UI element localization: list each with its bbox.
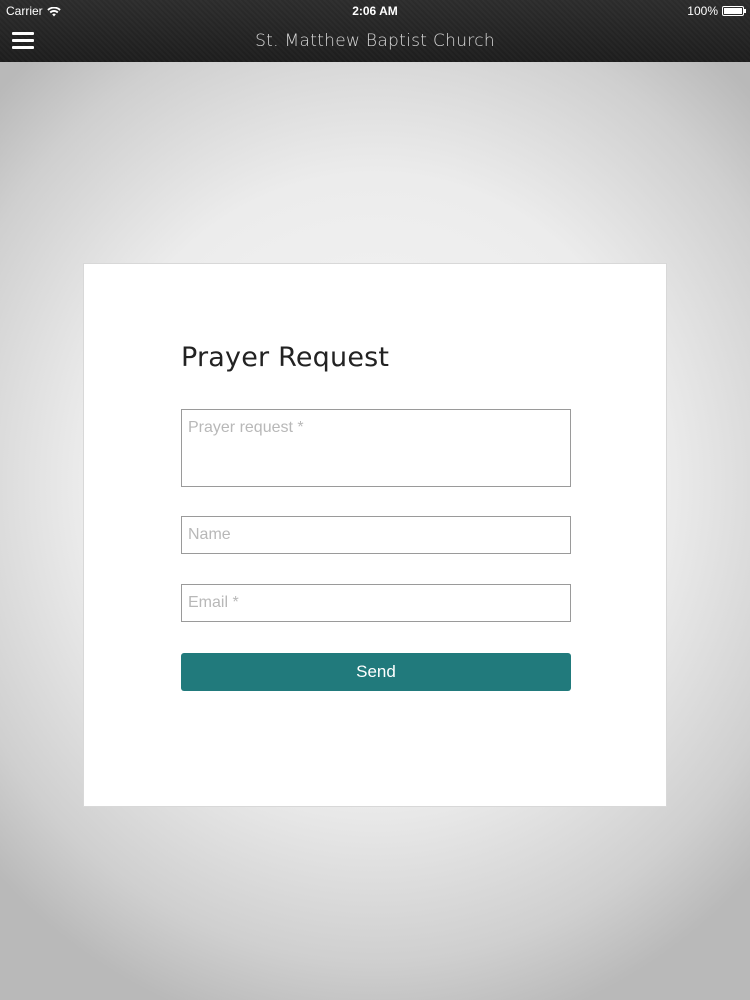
prayer-request-field[interactable] bbox=[181, 409, 571, 487]
navigation-bar: St. Matthew Baptist Church bbox=[0, 22, 750, 62]
nav-title: St. Matthew Baptist Church bbox=[255, 31, 495, 51]
email-field[interactable] bbox=[181, 584, 571, 622]
status-bar: Carrier 2:06 AM 100% bbox=[0, 0, 750, 22]
app-screen: Carrier 2:06 AM 100% St. Matthew Baptist… bbox=[0, 0, 750, 1000]
send-button[interactable]: Send bbox=[181, 653, 571, 691]
name-field[interactable] bbox=[181, 516, 571, 554]
battery-percent: 100% bbox=[687, 4, 718, 18]
prayer-request-card: Prayer Request Send bbox=[83, 263, 667, 807]
header-bar: Carrier 2:06 AM 100% St. Matthew Baptist… bbox=[0, 0, 750, 62]
battery-indicator: 100% bbox=[687, 4, 746, 18]
status-time: 2:06 AM bbox=[352, 4, 398, 18]
form-title: Prayer Request bbox=[181, 342, 390, 373]
battery-full-icon bbox=[722, 6, 746, 16]
